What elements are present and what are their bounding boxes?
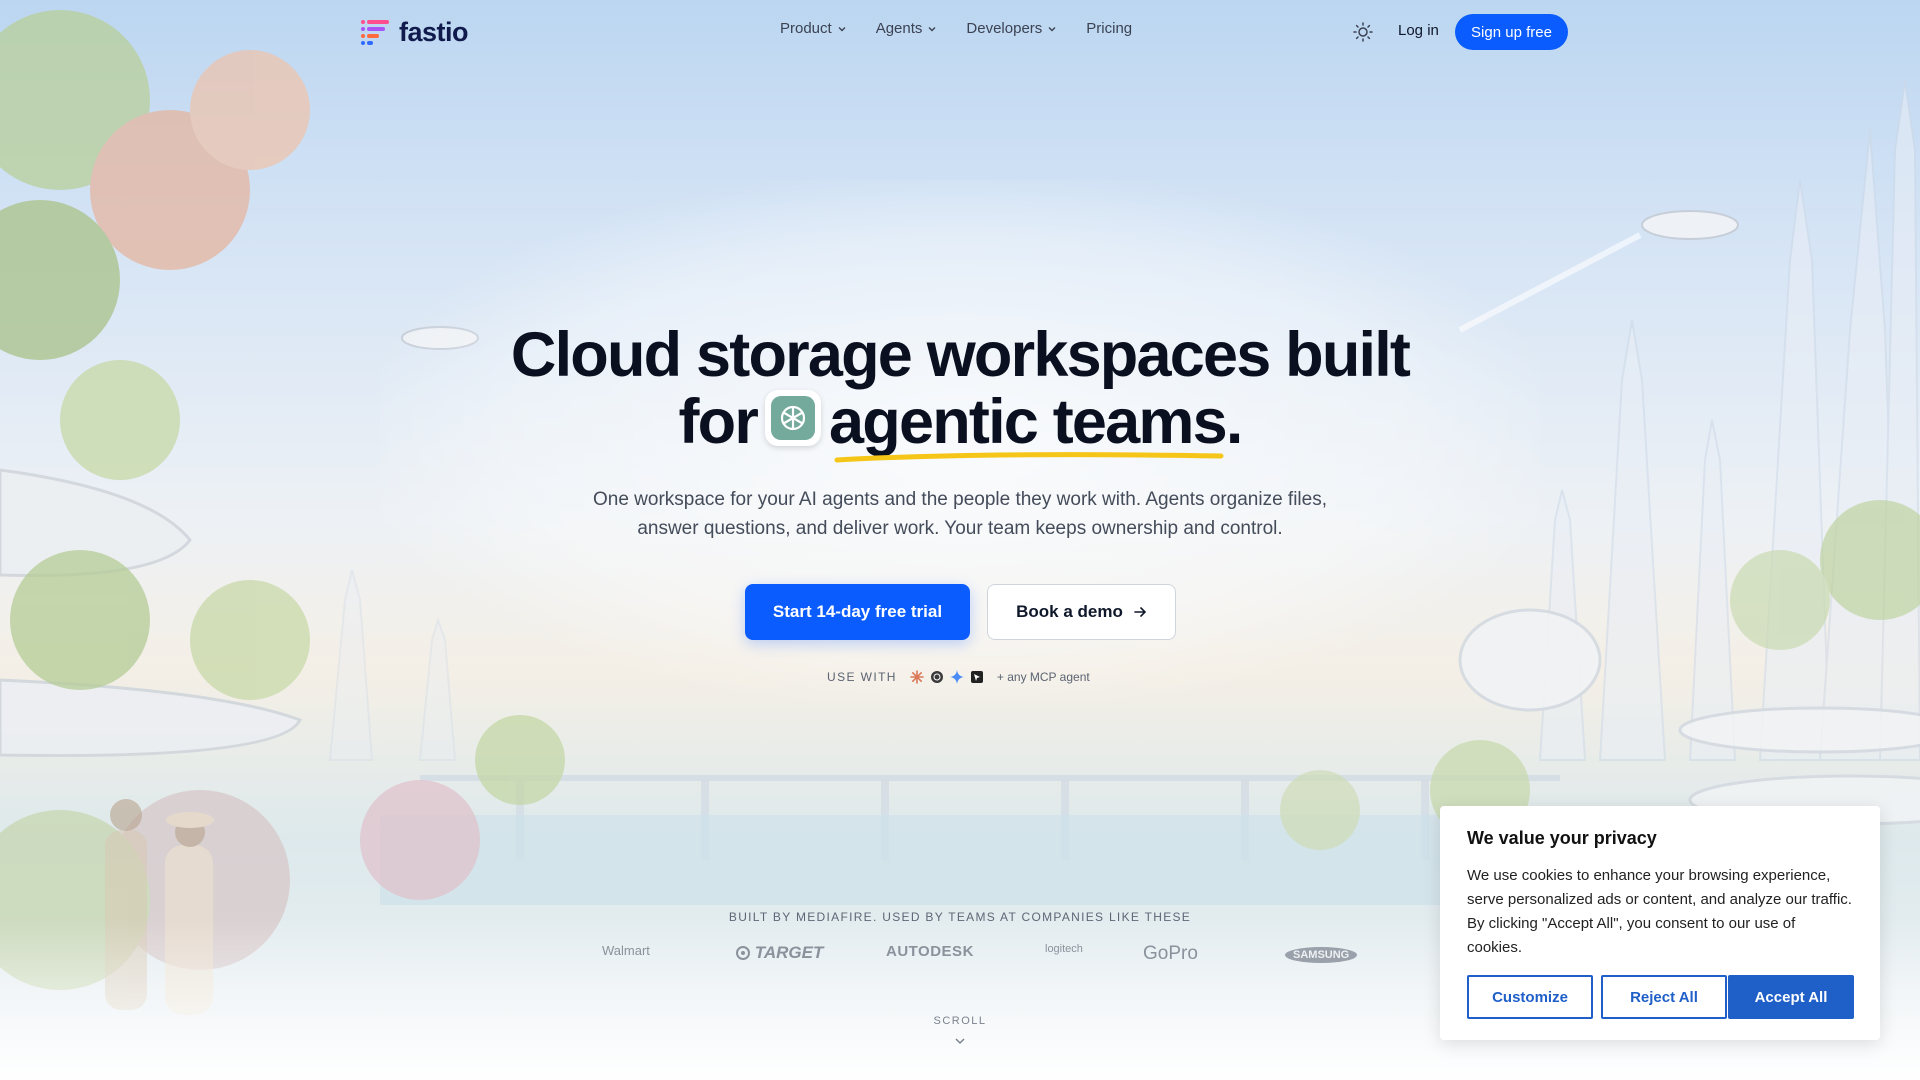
openai-icon (929, 669, 945, 685)
nav-pricing-label: Pricing (1086, 20, 1133, 37)
hero-title-highlight-text: agentic teams (829, 387, 1228, 457)
openai-logo-icon (765, 390, 822, 446)
signup-button[interactable]: Sign up free (1455, 14, 1568, 50)
nav-developers-label: Developers (966, 20, 1043, 37)
company-logo-autodesk: AUTODESK (886, 943, 974, 960)
logo-text: fastio (399, 16, 469, 47)
highlight-underline (834, 452, 1224, 463)
use-with-row: USE WITH + any MCP agent (827, 668, 1090, 686)
target-bullseye-icon (736, 946, 750, 960)
company-logo-target: TARGET (736, 943, 823, 963)
hero-title-line1: Cloud storage workspaces built (510, 320, 1411, 390)
arrow-right-icon (1134, 607, 1147, 617)
nav-agents-label: Agents (875, 20, 923, 37)
company-logos: Walmart TARGET AUTODESK logitech GoPro S… (490, 943, 1450, 967)
nav-product-label: Product (780, 20, 832, 37)
hero-title-for: for (678, 387, 758, 457)
hero-title: Cloud storage workspaces built for agenti… (0, 320, 1920, 463)
nav-pricing[interactable]: Pricing (1086, 20, 1132, 37)
nav-agents[interactable]: Agents (876, 20, 938, 37)
sun-icon[interactable] (1352, 21, 1374, 43)
company-logo-walmart: Walmart (602, 943, 650, 958)
reject-all-button[interactable]: Reject All (1601, 975, 1727, 1019)
login-link[interactable]: Log in (1398, 22, 1439, 39)
hero-title-highlight: agentic teams (829, 387, 1228, 463)
hero-title-line2: for agentic teams. (0, 387, 1920, 463)
site-header: fastio Product Agents Developers Pricing… (0, 0, 1920, 64)
accept-all-button[interactable]: Accept All (1728, 975, 1854, 1019)
nav-developers[interactable]: Developers (966, 20, 1057, 37)
book-demo-label: Book a demo (1016, 602, 1123, 621)
cookie-text: We use cookies to enhance your browsing … (1467, 867, 1852, 956)
hero-subtitle: One workspace for your AI agents and the… (592, 489, 1328, 539)
mcp-agent-text: + any MCP agent (996, 670, 1090, 684)
claude-icon (909, 669, 925, 685)
nav-product[interactable]: Product (780, 20, 847, 37)
chevron-down-icon (1048, 26, 1056, 31)
cursor-icon (969, 669, 985, 685)
company-logo-gopro: GoPro (1143, 943, 1198, 964)
agent-icons (909, 669, 985, 685)
book-demo-button[interactable]: Book a demo (987, 584, 1176, 640)
fastio-logo[interactable]: fastio (361, 16, 469, 47)
company-logo-samsung: SAMSUNG (1285, 947, 1358, 963)
cookie-consent-banner: We value your privacy We use cookies to … (1440, 806, 1880, 1040)
chevron-down-icon[interactable] (954, 1035, 966, 1047)
gemini-icon (949, 669, 965, 685)
customize-button[interactable]: Customize (1467, 975, 1593, 1019)
company-logo-logitech: logitech (1045, 943, 1083, 955)
cookie-title: We value your privacy (1467, 828, 1657, 848)
fastio-logo-icon (361, 20, 389, 45)
start-trial-button[interactable]: Start 14-day free trial (745, 584, 970, 640)
use-with-label: USE WITH (827, 670, 897, 684)
chevron-down-icon (838, 26, 846, 31)
chevron-down-icon (928, 26, 936, 31)
hero-title-period: . (1225, 387, 1243, 457)
main-nav: Product Agents Developers Pricing (780, 20, 1132, 37)
company-logo-target-text: TARGET (754, 943, 824, 962)
